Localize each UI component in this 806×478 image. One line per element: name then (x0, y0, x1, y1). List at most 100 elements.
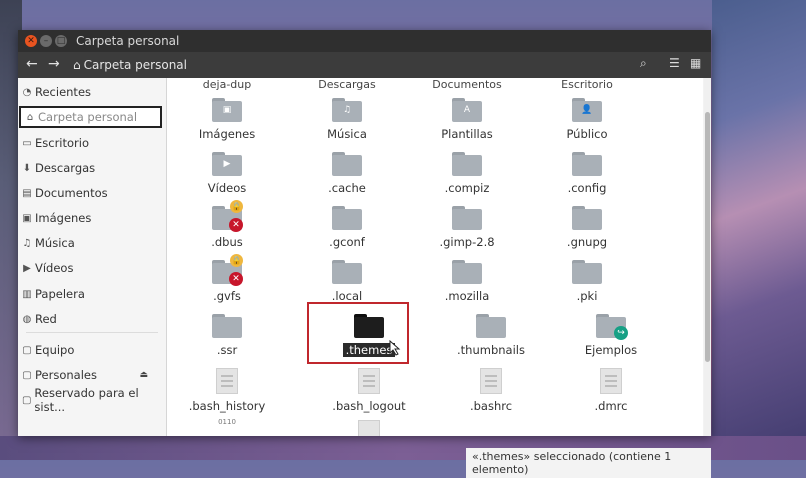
file-label: .pki (576, 289, 598, 303)
scrollbar[interactable] (704, 78, 711, 436)
file-item-dbus[interactable]: 🔒 ✕ .dbus (167, 200, 287, 249)
file-label: .dbus (211, 235, 243, 249)
file-label: .bash_logout (332, 399, 406, 413)
sidebar-item-documentos[interactable]: ▤ Documentos (18, 182, 166, 204)
minimize-button[interactable]: – (40, 35, 52, 47)
sidebar-item-personales[interactable]: ▢ Personales ⏏ (18, 364, 166, 386)
eject-icon[interactable]: ⏏ (139, 370, 148, 380)
file-label: .compiz (444, 181, 490, 195)
file-item-cache[interactable]: .cache (287, 152, 407, 195)
text-file-icon (480, 368, 502, 394)
sidebar-item-musica[interactable]: ♫ Música (18, 232, 166, 254)
sidebar-item-imagenes[interactable]: ▣ Imágenes (18, 207, 166, 229)
file-label[interactable]: Escritorio (527, 78, 647, 91)
file-item-gnupg[interactable]: .gnupg (527, 206, 647, 249)
no-access-icon: ✕ (229, 272, 243, 286)
grid-view-icon[interactable]: ▦ (690, 56, 701, 70)
folder-icon (452, 260, 482, 284)
file-label: .dmrc (594, 399, 628, 413)
file-item-videos[interactable]: ▶ Vídeos (167, 152, 287, 195)
lock-icon: 🔒 (230, 254, 243, 267)
sidebar-item-carpeta-personal[interactable]: ⌂ Carpeta personal (19, 106, 162, 128)
file-item-gimp[interactable]: .gimp-2.8 (407, 206, 527, 249)
file-item-mozilla[interactable]: .mozilla (407, 260, 527, 303)
file-label: .bash_history (188, 399, 266, 413)
clock-icon: ◔ (22, 86, 32, 98)
file-label[interactable]: Documentos (407, 78, 527, 91)
breadcrumb[interactable]: ⌂ Carpeta personal (73, 58, 187, 72)
document-icon: ▤ (22, 187, 32, 199)
file-item-gvfs[interactable]: 🔒 ✕ .gvfs (167, 254, 287, 303)
file-item-bash-logout[interactable]: .bash_logout (309, 368, 429, 413)
sidebar-item-papelera[interactable]: ▥ Papelera (18, 283, 166, 305)
video-icon: ▶ (23, 262, 31, 274)
link-icon: ↪ (614, 326, 628, 340)
file-item-publico[interactable]: 👤 Público (527, 98, 647, 141)
trash-icon: ▥ (22, 288, 32, 300)
drive-icon: ▢ (21, 394, 32, 406)
file-item-bashrc[interactable]: .bashrc (431, 368, 551, 413)
file-label: Público (566, 127, 608, 141)
file-item-partial[interactable] (309, 420, 429, 436)
list-view-icon[interactable]: ☰ (669, 56, 680, 70)
back-button[interactable]: ← (26, 56, 38, 72)
title-bar: ✕ – □ Carpeta personal (18, 30, 711, 52)
sidebar-item-label: Personales (35, 368, 97, 382)
mouse-cursor-icon (389, 340, 401, 356)
file-label: Vídeos (207, 181, 247, 195)
file-item-ssr[interactable]: .ssr (167, 314, 287, 357)
sidebar-item-label: Vídeos (35, 261, 74, 275)
folder-icon (452, 206, 482, 230)
sidebar-item-escritorio[interactable]: ▭ Escritorio (18, 132, 166, 154)
maximize-button[interactable]: □ (55, 35, 67, 47)
file-item-compiz[interactable]: .compiz (407, 152, 527, 195)
folder-icon (572, 260, 602, 284)
sidebar-item-equipo[interactable]: ▢ Equipo (18, 339, 166, 361)
folder-icon: ♫ (332, 98, 362, 122)
sidebar-item-videos[interactable]: ▶ Vídeos (18, 257, 166, 279)
image-icon: ▣ (22, 212, 32, 224)
folder-icon: ▣ (212, 98, 242, 122)
no-access-icon: ✕ (229, 218, 243, 232)
file-label[interactable]: Descargas (287, 78, 407, 91)
file-item-bash-history[interactable]: .bash_history (167, 368, 287, 413)
file-item-thumbnails[interactable]: .thumbnails (431, 314, 551, 357)
binary-file-icon[interactable]: 0110 (167, 418, 287, 426)
file-label: .local (331, 289, 363, 303)
sidebar: ◔ Recientes ⌂ Carpeta personal ▭ Escritorio… (18, 78, 167, 436)
file-item-ejemplos[interactable]: ↪ Ejemplos (551, 314, 671, 357)
forward-button[interactable]: → (48, 56, 60, 72)
folder-icon: 🔒 ✕ (212, 254, 243, 286)
file-label: Música (327, 127, 367, 141)
folder-icon: 🔒 ✕ (212, 200, 243, 232)
file-item-pki[interactable]: .pki (527, 260, 647, 303)
sidebar-item-recientes[interactable]: ◔ Recientes (18, 81, 166, 103)
sidebar-item-reservado[interactable]: ▢ Reservado para el sist... (18, 386, 166, 414)
folder-icon (476, 314, 506, 338)
file-item-imagenes[interactable]: ▣ Imágenes (167, 98, 287, 141)
sidebar-item-descargas[interactable]: ⬇ Descargas (18, 157, 166, 179)
folder-icon: 👤 (572, 98, 602, 122)
file-label: Plantillas (441, 127, 493, 141)
sidebar-item-label: Recientes (35, 85, 92, 99)
file-item-plantillas[interactable]: A Plantillas (407, 98, 527, 141)
file-item-local[interactable]: .local (287, 260, 407, 303)
file-item-musica[interactable]: ♫ Música (287, 98, 407, 141)
scrollbar-thumb[interactable] (705, 112, 710, 362)
file-item-dmrc[interactable]: .dmrc (551, 368, 671, 413)
file-item-gconf[interactable]: .gconf (287, 206, 407, 249)
file-label: .cache (328, 181, 366, 195)
file-label[interactable]: deja-dup (167, 78, 287, 91)
folder-icon: ▶ (212, 152, 242, 176)
search-icon[interactable]: ⌕ (640, 56, 647, 71)
file-item-config[interactable]: .config (527, 152, 647, 195)
text-file-icon (358, 420, 380, 436)
file-label: .gconf (329, 235, 365, 249)
sidebar-item-label: Carpeta personal (38, 110, 138, 124)
close-button[interactable]: ✕ (25, 35, 37, 47)
sidebar-item-label: Reservado para el sist... (34, 386, 139, 414)
file-label: .mozilla (444, 289, 490, 303)
folder-icon: A (452, 98, 482, 122)
breadcrumb-label: Carpeta personal (83, 58, 187, 72)
sidebar-item-red[interactable]: ◍ Red (18, 308, 166, 330)
